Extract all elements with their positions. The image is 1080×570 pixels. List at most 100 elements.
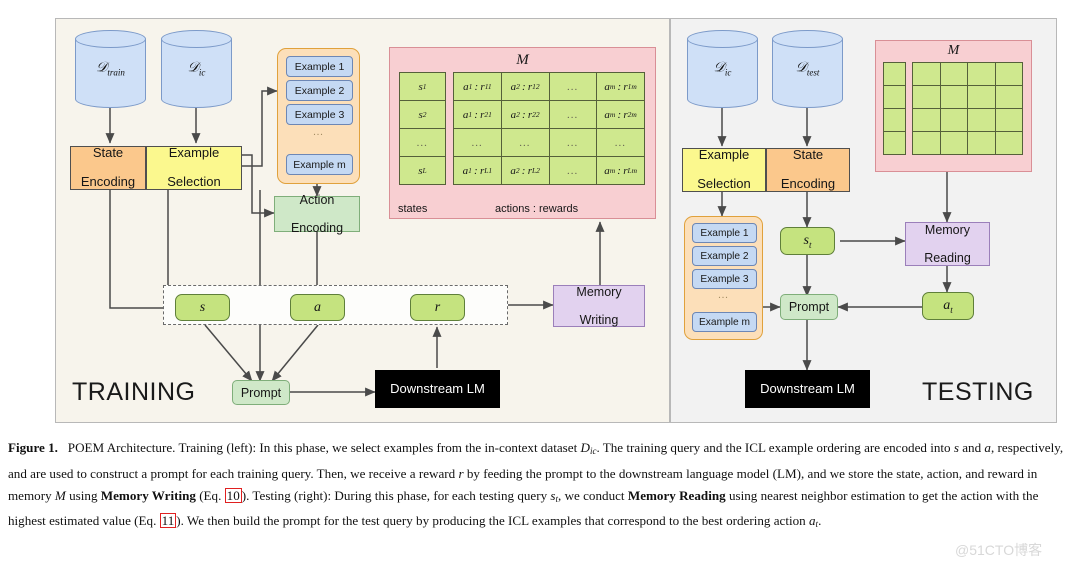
caption-part7: (Eq. (195, 487, 225, 503)
testing-phase-label: TESTING (922, 378, 1034, 406)
memory-cell (939, 62, 968, 86)
memory-row (912, 131, 1023, 155)
datastore-d-train-label: 𝒟train (96, 60, 125, 78)
testing-action-node-at[interactable]: at (922, 292, 974, 320)
memory-row (912, 108, 1023, 132)
caption-part6: using (65, 487, 101, 503)
datastore-d-test: 𝒟test (772, 30, 843, 108)
datastore-d-test-label: 𝒟test (795, 60, 820, 78)
state-encoding-line1: State (792, 147, 824, 163)
caption-part9: , we conduct (558, 487, 628, 503)
memory-cell: ... (500, 128, 550, 157)
example-item[interactable]: Example 1 (692, 223, 757, 243)
memory-cell: ... (453, 128, 502, 157)
memory-cell: a2 : r 12 (500, 72, 550, 101)
state-node-label: s (199, 299, 206, 315)
memory-reading-line2: Reading (924, 251, 971, 265)
memory-cell (939, 85, 968, 109)
training-prompt-box[interactable]: Prompt (232, 380, 290, 405)
memory-cell (994, 108, 1023, 132)
state-encoding-box[interactable]: State Encoding (70, 146, 146, 190)
testing-example-selection-box[interactable]: Example Selection (682, 148, 766, 192)
example-item[interactable]: Example 3 (692, 269, 757, 289)
testing-prompt-box[interactable]: Prompt (780, 294, 838, 320)
watermark: @51CTO博客 (955, 542, 1043, 558)
memory-row: a1 : r 21 a 2 : r 22... a m : r 2m (453, 100, 645, 129)
example-item[interactable]: Example 3 (286, 104, 353, 125)
prompt-label: Prompt (240, 385, 282, 400)
memory-symbol: M (947, 43, 960, 58)
memory-cell: am : r Lm (596, 156, 645, 185)
caption-part8: ). Testing (right): During this phase, f… (241, 487, 551, 503)
memory-cell: a1 : r L1 (453, 156, 502, 185)
memory-cell (967, 85, 996, 109)
equation-ref-10[interactable]: 10 (224, 487, 242, 503)
memory-cell (994, 131, 1023, 155)
memory-cell (967, 62, 996, 86)
example-item[interactable]: Example 2 (286, 80, 353, 101)
caption-memory-writing: Memory Writing (100, 487, 196, 503)
state-node-s[interactable]: s (175, 294, 230, 321)
memory-cell: am : r 1m (596, 72, 645, 101)
example-label: Example 3 (294, 108, 345, 121)
datastore-d-ic-label: 𝒟ic (187, 60, 206, 78)
memory-writing-line1: Memory (576, 285, 622, 299)
memory-matrix-training: M s 1 s 2... s L a1 : r 11 a 2 : r 12... a m : r 1m a… (389, 47, 656, 219)
state-encoding-line1: State (92, 145, 124, 161)
cylinder-top (75, 30, 146, 48)
memory-state-cell: ... (399, 128, 446, 157)
memory-reading-box[interactable]: Memory Reading (905, 222, 990, 266)
memory-writing-box[interactable]: Memory Writing (553, 285, 645, 327)
example-item[interactable]: Example m (286, 154, 353, 175)
memory-actions-grid: a1 : r 11 a 2 : r 12... a m : r 1m a 1 : r 21 a 2 : … (453, 72, 645, 185)
example-selection-box[interactable]: Example Selection (146, 146, 242, 190)
memory-row: a1 : r L1 a 2 : r L2... a m : r Lm (453, 156, 645, 185)
training-downstream-lm-box[interactable]: Downstream LM (375, 370, 500, 408)
action-node-a[interactable]: a (290, 294, 345, 321)
example-item[interactable]: Example m (692, 312, 757, 332)
memory-cell (912, 108, 941, 132)
example-label: Example 1 (294, 60, 345, 73)
memory-cell: a1 : r 21 (453, 100, 502, 129)
testing-state-node-st[interactable]: st (780, 227, 835, 255)
testing-state-encoding-box[interactable]: State Encoding (766, 148, 850, 192)
state-encoding-line2: Encoding (80, 174, 136, 190)
prompt-label: Prompt (788, 300, 830, 314)
caption-figure-number: Figure 1. (8, 440, 58, 455)
example-item[interactable]: Example 2 (692, 246, 757, 266)
actions-rewards-caption: actions : rewards (495, 203, 579, 215)
memory-cell: am : r 2m (596, 100, 645, 129)
datastore-d-ic-test-label: 𝒟ic (713, 60, 732, 78)
testing-downstream-lm-box[interactable]: Downstream LM (745, 370, 870, 408)
example-selection-line2: Selection (697, 176, 751, 192)
memory-state-cell: sL (399, 156, 446, 185)
reward-node-r[interactable]: r (410, 294, 465, 321)
memory-cell (967, 108, 996, 132)
states-caption: states (398, 203, 428, 215)
memory-cell (912, 62, 941, 86)
equation-ref-11[interactable]: 11 (159, 513, 177, 529)
downstream-lm-label: Downstream LM (760, 380, 855, 396)
example-label: Example 1 (700, 227, 749, 239)
memory-state-cell (883, 108, 906, 132)
datastore-d-ic: 𝒟ic (161, 30, 232, 108)
example-selection-line1: Example (698, 147, 750, 163)
reward-node-label: r (434, 299, 441, 315)
memory-cell: a2 : r 22 (500, 100, 550, 129)
action-encoding-box[interactable]: Action Encoding (274, 193, 360, 235)
example-label: Example m (699, 316, 750, 328)
memory-state-cell: s2 (399, 100, 446, 129)
memory-symbol: M (516, 52, 529, 68)
memory-state-cell (883, 131, 906, 155)
memory-states-column (883, 62, 906, 155)
memory-state-cell: s1 (399, 72, 446, 101)
example-item[interactable]: Example 1 (286, 56, 353, 77)
example-label: Example 2 (700, 250, 749, 262)
caption-part1: POEM Architecture. Training (left): In t… (67, 440, 581, 455)
memory-row: a1 : r 11 a 2 : r 12... a m : r 1m (453, 72, 645, 101)
figure-root: TRAINING 𝒟train 𝒟ic State Encoding Examp… (0, 0, 1080, 570)
memory-cell (939, 108, 968, 132)
downstream-lm-label: Downstream LM (390, 380, 485, 396)
cylinder-top (772, 30, 843, 48)
example-label: Example 3 (700, 273, 749, 285)
